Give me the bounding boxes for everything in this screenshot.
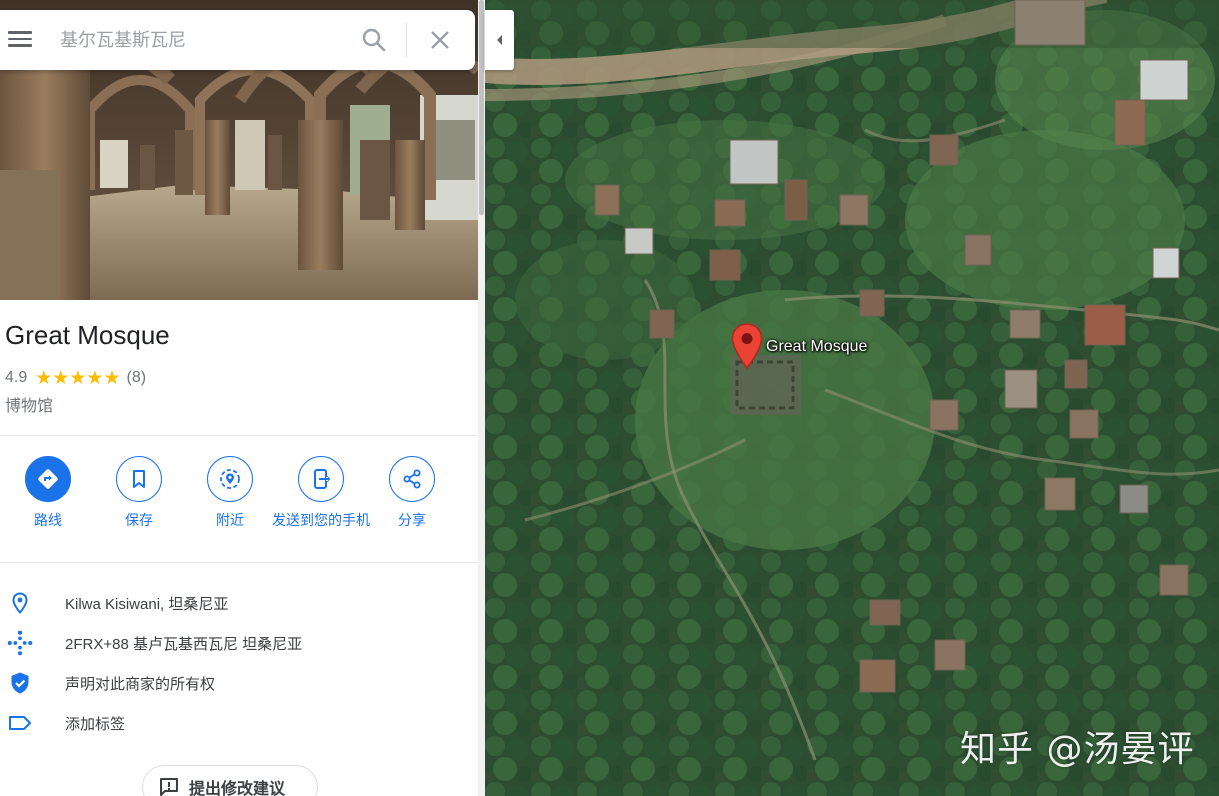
plus-code-icon xyxy=(6,629,34,657)
rating-stars: ★ ★ ★ ★ ★ xyxy=(35,366,121,389)
map-pin-label[interactable]: Great Mosque xyxy=(766,338,867,356)
collapse-panel-button[interactable] xyxy=(485,10,514,70)
claim-business-text: 声明对此商家的所有权 xyxy=(65,676,216,693)
panel-scrollbar-thumb[interactable] xyxy=(479,0,484,215)
suggest-edit-label: 提出修改建议 xyxy=(189,781,286,796)
satellite-map[interactable] xyxy=(485,0,1219,796)
label-tag-icon xyxy=(6,709,34,737)
rating-row[interactable]: 4.9 ★ ★ ★ ★ ★ (8) xyxy=(5,367,146,389)
watermark-text: 知乎 @汤晏评 xyxy=(960,729,1195,770)
star-icon: ★ xyxy=(103,366,121,389)
address-row[interactable]: Kilwa Kisiwani, 坦桑尼亚 xyxy=(0,582,478,622)
verified-shield-icon xyxy=(6,669,34,697)
suggest-edit-button[interactable]: 提出修改建议 xyxy=(142,765,318,796)
divider xyxy=(0,562,478,563)
claim-business-row[interactable]: 声明对此商家的所有权 xyxy=(0,662,478,702)
chevron-left-icon xyxy=(496,35,502,45)
divider xyxy=(0,435,478,436)
star-icon: ★ xyxy=(35,366,53,389)
plus-code-row[interactable]: 2FRX+88 基卢瓦基西瓦尼 坦桑尼亚 xyxy=(0,622,478,662)
nearby-button[interactable]: 附近 xyxy=(180,456,280,530)
send-to-phone-icon xyxy=(298,456,344,502)
address-text: Kilwa Kisiwani, 坦桑尼亚 xyxy=(65,596,229,613)
feedback-icon xyxy=(159,777,179,796)
nearby-label: 附近 xyxy=(216,512,244,528)
share-icon xyxy=(389,456,435,502)
location-marker-icon[interactable] xyxy=(730,322,764,370)
directions-icon xyxy=(25,456,71,502)
rating-value: 4.9 xyxy=(5,369,28,386)
plus-code-text: 2FRX+88 基卢瓦基西瓦尼 坦桑尼亚 xyxy=(65,636,303,653)
share-label: 分享 xyxy=(398,512,426,528)
satellite-imagery xyxy=(485,0,1219,796)
star-icon: ★ xyxy=(86,366,104,389)
close-icon[interactable] xyxy=(426,26,454,54)
directions-label: 路线 xyxy=(34,512,62,528)
add-label-text: 添加标签 xyxy=(65,716,126,733)
review-count[interactable]: (8) xyxy=(126,369,146,387)
place-title: Great Mosque xyxy=(5,320,170,350)
star-icon: ★ xyxy=(52,366,70,389)
place-category[interactable]: 博物馆 xyxy=(5,392,53,416)
search-divider xyxy=(406,23,407,57)
save-label: 保存 xyxy=(125,512,153,528)
save-button[interactable]: 保存 xyxy=(89,456,189,530)
directions-button[interactable]: 路线 xyxy=(0,456,98,530)
add-label-row[interactable]: 添加标签 xyxy=(0,702,478,742)
send-to-phone-button[interactable]: 发送到您的手机 xyxy=(271,456,371,530)
send-to-phone-label: 发送到您的手机 xyxy=(272,512,370,528)
location-pin-icon xyxy=(6,589,34,617)
share-button[interactable]: 分享 xyxy=(362,456,462,530)
menu-icon[interactable] xyxy=(6,27,34,53)
search-input[interactable] xyxy=(60,24,340,56)
search-box xyxy=(0,10,475,70)
search-icon[interactable] xyxy=(360,26,388,54)
bookmark-icon xyxy=(116,456,162,502)
star-icon: ★ xyxy=(69,366,87,389)
place-panel: Great Mosque 4.9 ★ ★ ★ ★ ★ (8) 博物馆 路线 xyxy=(0,0,478,796)
nearby-icon xyxy=(207,456,253,502)
